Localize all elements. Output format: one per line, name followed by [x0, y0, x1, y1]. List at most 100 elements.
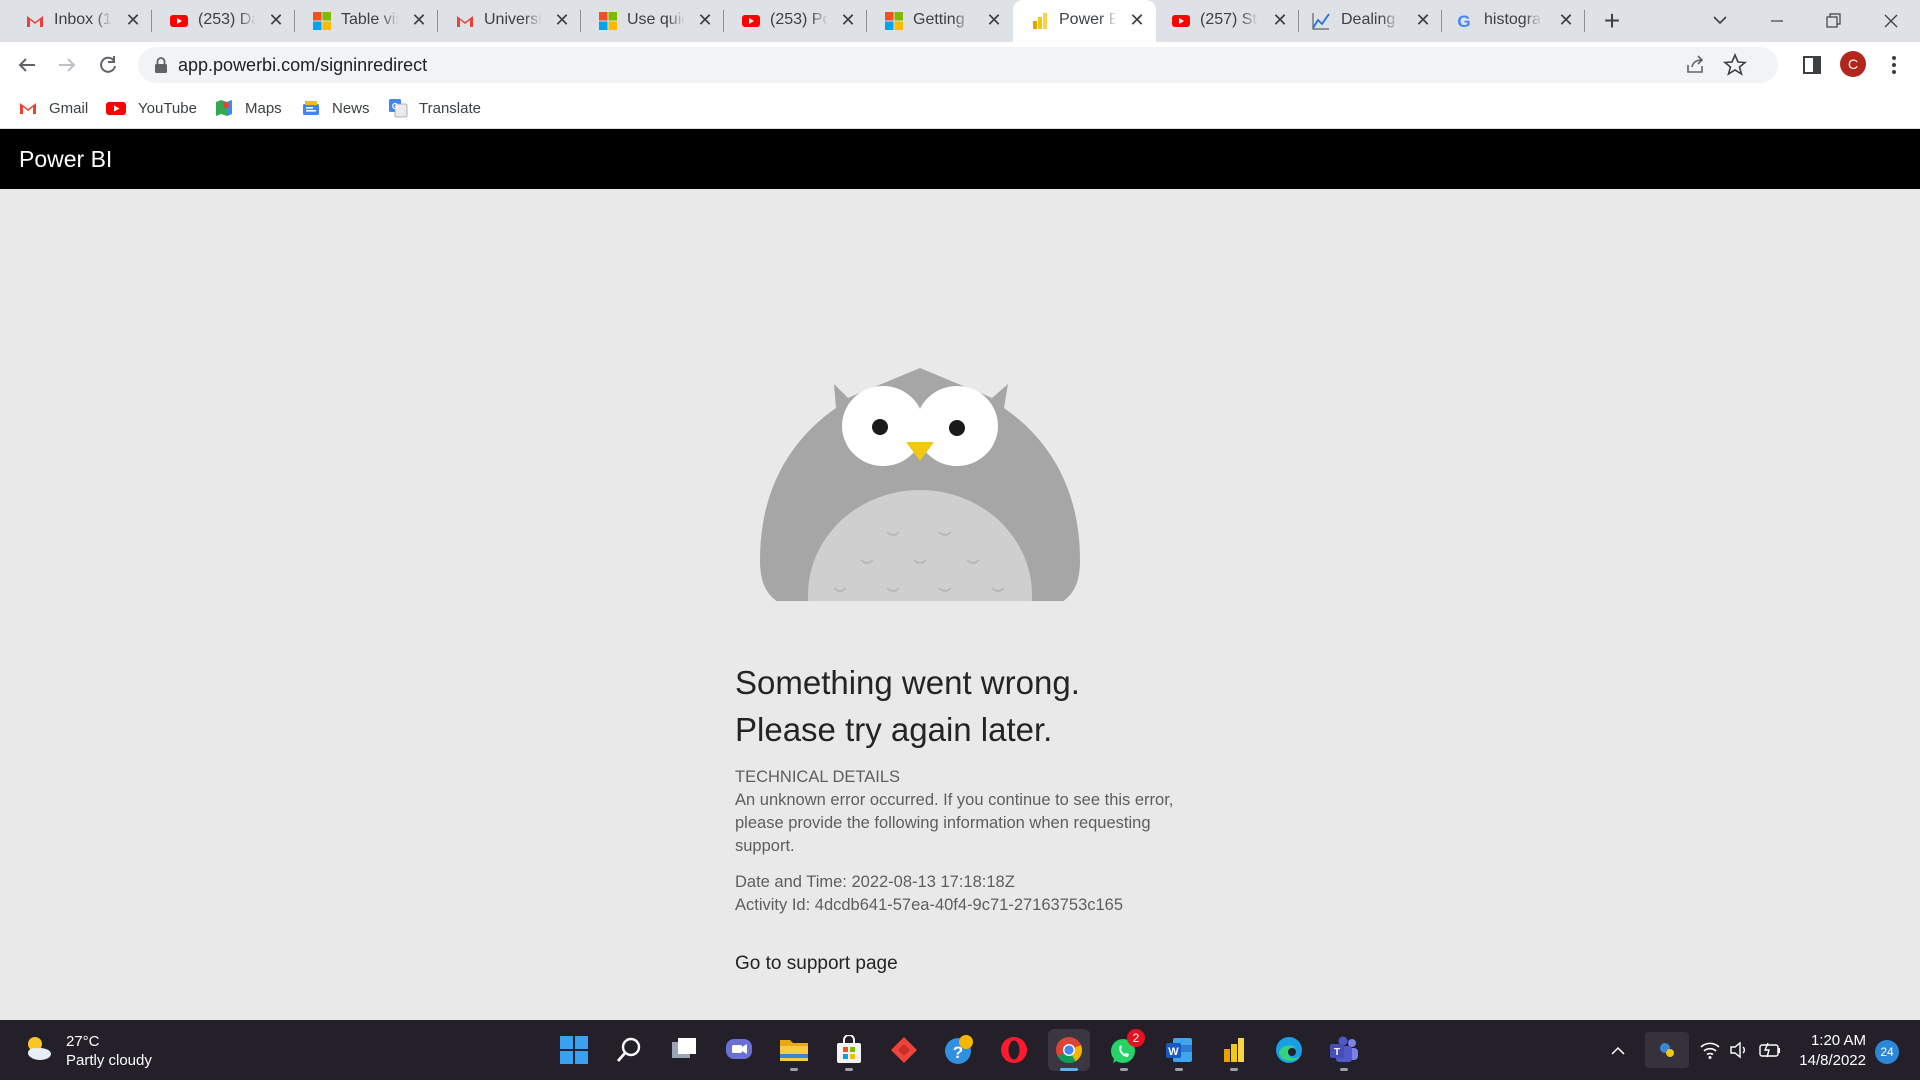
- close-tab-icon[interactable]: ✕: [1269, 9, 1291, 31]
- bookmark-maps[interactable]: Maps: [214, 96, 282, 120]
- gmail-icon: [20, 103, 36, 114]
- close-tab-icon[interactable]: ✕: [983, 9, 1005, 31]
- chevron-up-icon[interactable]: [1609, 1042, 1627, 1060]
- battery-icon[interactable]: [1758, 1039, 1782, 1061]
- restore-icon[interactable]: [1818, 6, 1848, 36]
- google-icon: G: [1457, 12, 1470, 31]
- back-arrow-icon[interactable]: [13, 51, 41, 79]
- chat-icon[interactable]: [718, 1029, 760, 1071]
- close-tab-icon[interactable]: ✕: [1412, 9, 1434, 31]
- bookmark-label: Maps: [245, 99, 282, 117]
- bookmark-news[interactable]: News: [301, 96, 370, 120]
- clock-date: 14/8/2022: [1799, 1052, 1866, 1069]
- details-text: An unknown error occurred. If you contin…: [735, 791, 1174, 855]
- translate-icon: G: [389, 99, 408, 118]
- tab-power-bi[interactable]: Power BI ✕: [1013, 0, 1156, 42]
- browser-toolbar: app.powerbi.com/signinredirect C: [0, 42, 1920, 88]
- svg-text:G: G: [392, 102, 398, 111]
- svg-text:T: T: [1334, 1047, 1340, 1058]
- close-tab-icon[interactable]: ✕: [122, 9, 144, 31]
- minimize-icon[interactable]: [1762, 6, 1792, 36]
- menu-kebab-icon[interactable]: [1880, 51, 1908, 79]
- opera-icon[interactable]: [993, 1029, 1035, 1071]
- svg-text:W: W: [1168, 1046, 1179, 1058]
- app-title[interactable]: Power BI: [19, 146, 112, 173]
- close-tab-icon[interactable]: ✕: [694, 9, 716, 31]
- tab-getting-started[interactable]: Getting S ✕: [867, 0, 1013, 42]
- tab-title: Universiti: [484, 11, 542, 28]
- close-tab-icon[interactable]: ✕: [1126, 9, 1148, 31]
- tab-title: (257) Stat: [1200, 11, 1258, 28]
- address-bar[interactable]: app.powerbi.com/signinredirect: [138, 47, 1778, 83]
- tab-dealing-with[interactable]: Dealing W ✕: [1299, 0, 1442, 42]
- tab-title: Use quick: [627, 11, 685, 28]
- details-heading: TECHNICAL DETAILS: [735, 768, 901, 786]
- microsoft-icon: [885, 12, 903, 30]
- close-tab-icon[interactable]: ✕: [408, 9, 430, 31]
- chrome-icon[interactable]: [1048, 1029, 1090, 1071]
- windows-start-icon[interactable]: [553, 1029, 595, 1071]
- tray-app-icon[interactable]: [1645, 1032, 1689, 1068]
- bookmarks-bar: Gmail YouTube Maps News G Translate: [0, 88, 1920, 129]
- close-tab-icon[interactable]: ✕: [551, 9, 573, 31]
- tab-search-chevron-icon[interactable]: [1708, 8, 1732, 32]
- bookmark-star-icon[interactable]: [1722, 52, 1748, 78]
- support-page-link[interactable]: Go to support page: [735, 953, 898, 975]
- tab-inbox[interactable]: Inbox (1,5 ✕: [0, 0, 152, 42]
- tab-youtube-253-dat[interactable]: (253) Dat ✕: [152, 0, 295, 42]
- tab-universiti[interactable]: Universiti ✕: [438, 0, 581, 42]
- weather-widget[interactable]: 27°C Partly cloudy: [22, 1032, 152, 1070]
- lock-icon[interactable]: [152, 56, 170, 74]
- tab-title: Inbox (1,5: [54, 11, 112, 28]
- whatsapp-icon[interactable]: 2: [1103, 1029, 1145, 1071]
- maps-icon: [216, 100, 232, 116]
- svg-text:?: ?: [953, 1043, 963, 1062]
- power-bi-icon[interactable]: [1213, 1029, 1255, 1071]
- new-tab-button[interactable]: +: [1598, 7, 1626, 35]
- teams-icon[interactable]: T: [1323, 1029, 1365, 1071]
- close-tab-icon[interactable]: ✕: [265, 9, 287, 31]
- tab-histogram[interactable]: G histogram ✕: [1442, 0, 1585, 42]
- url-text[interactable]: app.powerbi.com/signinredirect: [178, 55, 427, 76]
- forward-arrow-icon[interactable]: [53, 51, 81, 79]
- svg-text:G: G: [1457, 12, 1470, 31]
- clock-time: 1:20 AM: [1810, 1032, 1866, 1049]
- close-tab-icon[interactable]: ✕: [1555, 9, 1577, 31]
- close-window-icon[interactable]: [1876, 6, 1906, 36]
- volume-icon[interactable]: [1728, 1039, 1750, 1061]
- technical-details: TECHNICAL DETAILS An unknown error occur…: [735, 766, 1175, 917]
- edge-icon[interactable]: [1268, 1029, 1310, 1071]
- share-icon[interactable]: [1684, 53, 1708, 77]
- error-headline-line1: Something went wrong.: [735, 664, 1080, 701]
- microsoft-store-icon[interactable]: [828, 1029, 870, 1071]
- tab-title: Table visu: [341, 11, 399, 28]
- activity-id: Activity Id: 4dcdb641-57ea-40f4-9c71-271…: [735, 896, 1124, 914]
- bookmark-gmail[interactable]: Gmail: [18, 96, 88, 120]
- partly-cloudy-icon: [28, 1037, 51, 1060]
- search-icon[interactable]: [608, 1029, 650, 1071]
- side-panel-icon[interactable]: [1798, 51, 1826, 79]
- bookmark-youtube[interactable]: YouTube: [105, 96, 197, 120]
- profile-avatar[interactable]: C: [1840, 51, 1866, 77]
- error-headline-line2: Please try again later.: [735, 711, 1053, 748]
- tab-use-quick[interactable]: Use quick ✕: [581, 0, 724, 42]
- tab-table-visuals[interactable]: Table visu ✕: [295, 0, 438, 42]
- word-icon[interactable]: W: [1158, 1029, 1200, 1071]
- system-clock[interactable]: 1:20 AM 14/8/2022: [1792, 1031, 1866, 1071]
- bookmark-label: Translate: [419, 99, 481, 117]
- tab-youtube-253-pow[interactable]: (253) Pow ✕: [724, 0, 867, 42]
- tab-title: (253) Dat: [198, 11, 256, 28]
- gmail-icon: [457, 16, 473, 27]
- close-tab-icon[interactable]: ✕: [837, 9, 859, 31]
- wifi-icon[interactable]: [1699, 1039, 1721, 1061]
- notification-badge[interactable]: 24: [1875, 1040, 1899, 1064]
- help-icon[interactable]: ?: [938, 1029, 980, 1071]
- file-explorer-icon[interactable]: [773, 1029, 815, 1071]
- tab-youtube-257-stat[interactable]: (257) Stat ✕: [1156, 0, 1299, 42]
- task-view-icon[interactable]: [663, 1029, 705, 1071]
- powerbi-icon: [1033, 13, 1047, 29]
- anydesk-icon[interactable]: [883, 1029, 925, 1071]
- tab-title: Dealing W: [1341, 11, 1399, 28]
- bookmark-translate[interactable]: G Translate: [388, 96, 481, 120]
- reload-icon[interactable]: [94, 51, 122, 79]
